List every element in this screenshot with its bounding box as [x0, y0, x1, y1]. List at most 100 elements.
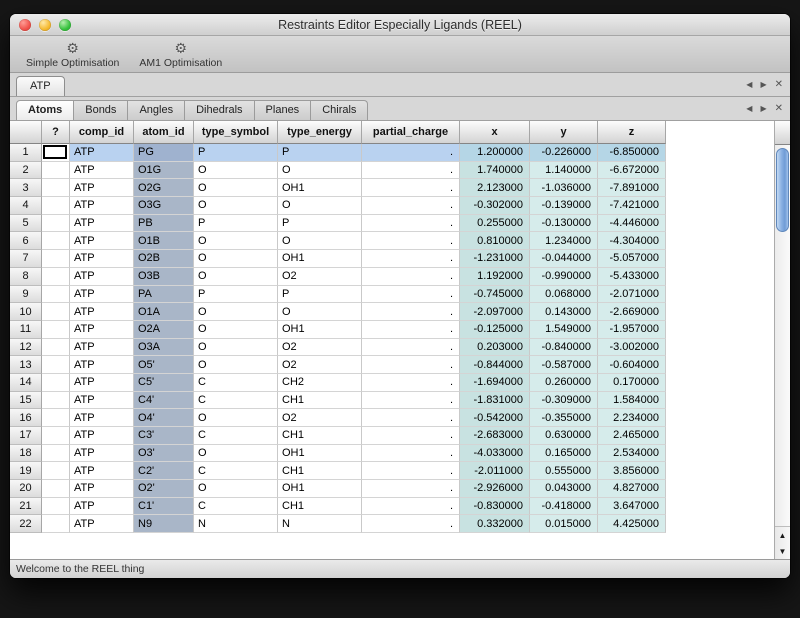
- cell-x[interactable]: 0.810000: [460, 232, 530, 250]
- cell-comp_id[interactable]: ATP: [70, 286, 134, 304]
- cell-comp_id[interactable]: ATP: [70, 462, 134, 480]
- cell-x[interactable]: 0.332000: [460, 515, 530, 533]
- row-number[interactable]: 6: [10, 232, 42, 250]
- cell-z[interactable]: -2.071000: [598, 286, 666, 304]
- scroll-down-icon[interactable]: ▼: [775, 543, 790, 559]
- toolbar-item-am1-optimisation[interactable]: ⚙ AM1 Optimisation: [129, 39, 232, 70]
- cell-y[interactable]: 0.068000: [530, 286, 598, 304]
- cell-comp_id[interactable]: ATP: [70, 197, 134, 215]
- cell-z[interactable]: 2.234000: [598, 409, 666, 427]
- cell-x[interactable]: -0.542000: [460, 409, 530, 427]
- cell-type_symbol[interactable]: C: [194, 498, 278, 516]
- cell-y[interactable]: 0.260000: [530, 374, 598, 392]
- cell-x[interactable]: -0.830000: [460, 498, 530, 516]
- table-row[interactable]: 7ATPO2BOOH1.-1.231000-0.044000-5.057000: [10, 250, 666, 268]
- table-row[interactable]: 21ATPC1'CCH1.-0.830000-0.4180003.647000: [10, 498, 666, 516]
- cell-z[interactable]: 2.534000: [598, 445, 666, 463]
- cell-y[interactable]: 0.143000: [530, 303, 598, 321]
- cell-comp_id[interactable]: ATP: [70, 144, 134, 162]
- scrollbar-thumb[interactable]: [776, 148, 789, 232]
- cell-atom_id[interactable]: O3A: [134, 339, 194, 357]
- row-number[interactable]: 14: [10, 374, 42, 392]
- cell-comp_id[interactable]: ATP: [70, 215, 134, 233]
- cell-partial_charge[interactable]: .: [362, 232, 460, 250]
- cell-comp_id[interactable]: ATP: [70, 179, 134, 197]
- cell-partial_charge[interactable]: .: [362, 392, 460, 410]
- cell-atom_id[interactable]: PA: [134, 286, 194, 304]
- cell-z[interactable]: 2.465000: [598, 427, 666, 445]
- cell-type_energy[interactable]: O: [278, 303, 362, 321]
- cell-z[interactable]: -2.669000: [598, 303, 666, 321]
- cell-x[interactable]: 1.200000: [460, 144, 530, 162]
- row-number[interactable]: 18: [10, 445, 42, 463]
- cell-x[interactable]: -2.097000: [460, 303, 530, 321]
- cell-z[interactable]: 0.170000: [598, 374, 666, 392]
- cell-partial_charge[interactable]: .: [362, 374, 460, 392]
- tab-dihedrals[interactable]: Dihedrals: [185, 100, 254, 120]
- cell-type_energy[interactable]: OH1: [278, 480, 362, 498]
- cell-q[interactable]: [42, 303, 70, 321]
- cell-q[interactable]: [42, 392, 70, 410]
- cell-atom_id[interactable]: C5': [134, 374, 194, 392]
- cell-type_symbol[interactable]: O: [194, 179, 278, 197]
- table-row[interactable]: 5ATPPBPP.0.255000-0.130000-4.446000: [10, 215, 666, 233]
- cell-type_energy[interactable]: P: [278, 286, 362, 304]
- cell-q[interactable]: [42, 179, 70, 197]
- cell-z[interactable]: -5.433000: [598, 268, 666, 286]
- cell-y[interactable]: 0.015000: [530, 515, 598, 533]
- cell-partial_charge[interactable]: .: [362, 445, 460, 463]
- cell-comp_id[interactable]: ATP: [70, 374, 134, 392]
- cell-q[interactable]: [42, 374, 70, 392]
- cell-partial_charge[interactable]: .: [362, 179, 460, 197]
- cell-z[interactable]: -6.850000: [598, 144, 666, 162]
- cell-z[interactable]: 1.584000: [598, 392, 666, 410]
- cell-type_symbol[interactable]: P: [194, 144, 278, 162]
- row-number[interactable]: 13: [10, 356, 42, 374]
- row-number[interactable]: 20: [10, 480, 42, 498]
- cell-partial_charge[interactable]: .: [362, 215, 460, 233]
- cell-comp_id[interactable]: ATP: [70, 498, 134, 516]
- cell-type_symbol[interactable]: O: [194, 356, 278, 374]
- row-number[interactable]: 17: [10, 427, 42, 445]
- cell-type_energy[interactable]: CH1: [278, 498, 362, 516]
- cell-partial_charge[interactable]: .: [362, 321, 460, 339]
- cell-x[interactable]: -2.683000: [460, 427, 530, 445]
- cell-y[interactable]: -0.355000: [530, 409, 598, 427]
- cell-atom_id[interactable]: PB: [134, 215, 194, 233]
- scroll-up-icon[interactable]: ▲: [775, 527, 790, 543]
- tab-chirals[interactable]: Chirals: [311, 100, 368, 120]
- cell-type_symbol[interactable]: O: [194, 197, 278, 215]
- cell-z[interactable]: 4.827000: [598, 480, 666, 498]
- tab-angles[interactable]: Angles: [128, 100, 185, 120]
- cell-atom_id[interactable]: O2A: [134, 321, 194, 339]
- cell-atom_id[interactable]: O3B: [134, 268, 194, 286]
- cell-z[interactable]: -7.421000: [598, 197, 666, 215]
- column-header-q[interactable]: ?: [42, 121, 70, 144]
- cell-type_energy[interactable]: O: [278, 197, 362, 215]
- cell-z[interactable]: -5.057000: [598, 250, 666, 268]
- row-number[interactable]: 3: [10, 179, 42, 197]
- cell-q[interactable]: [42, 462, 70, 480]
- cell-partial_charge[interactable]: .: [362, 268, 460, 286]
- cell-type_energy[interactable]: O2: [278, 339, 362, 357]
- column-header-type_symbol[interactable]: type_symbol: [194, 121, 278, 144]
- cell-comp_id[interactable]: ATP: [70, 303, 134, 321]
- cell-partial_charge[interactable]: .: [362, 462, 460, 480]
- column-header-type_energy[interactable]: type_energy: [278, 121, 362, 144]
- cell-y[interactable]: 0.555000: [530, 462, 598, 480]
- cell-atom_id[interactable]: O4': [134, 409, 194, 427]
- cell-type_symbol[interactable]: N: [194, 515, 278, 533]
- cell-x[interactable]: -0.125000: [460, 321, 530, 339]
- tab-close-icon[interactable]: ✕: [775, 103, 783, 114]
- cell-partial_charge[interactable]: .: [362, 162, 460, 180]
- cell-partial_charge[interactable]: .: [362, 197, 460, 215]
- cell-q[interactable]: [42, 445, 70, 463]
- row-number[interactable]: 12: [10, 339, 42, 357]
- tab-bonds[interactable]: Bonds: [74, 100, 128, 120]
- cell-type_energy[interactable]: CH2: [278, 374, 362, 392]
- cell-comp_id[interactable]: ATP: [70, 480, 134, 498]
- cell-atom_id[interactable]: C2': [134, 462, 194, 480]
- cell-comp_id[interactable]: ATP: [70, 445, 134, 463]
- column-header-comp_id[interactable]: comp_id: [70, 121, 134, 144]
- cell-x[interactable]: -1.694000: [460, 374, 530, 392]
